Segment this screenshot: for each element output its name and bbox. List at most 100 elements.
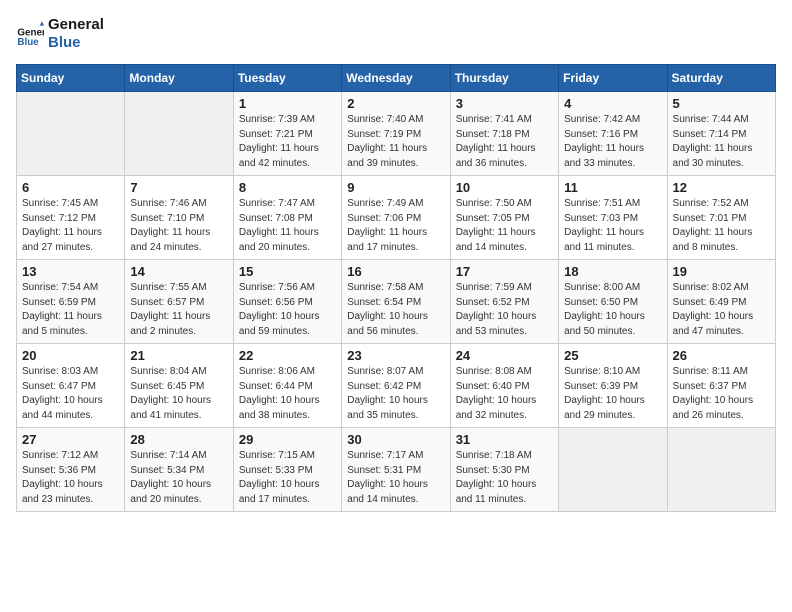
calendar-cell: 1 Sunrise: 7:39 AM Sunset: 7:21 PM Daylig… xyxy=(233,92,341,176)
calendar-cell: 17 Sunrise: 7:59 AM Sunset: 6:52 PM Dayli… xyxy=(450,260,558,344)
calendar-cell: 14 Sunrise: 7:55 AM Sunset: 6:57 PM Dayli… xyxy=(125,260,233,344)
day-info: Sunrise: 7:59 AM Sunset: 6:52 PM Dayligh… xyxy=(456,281,553,339)
day-info: Sunrise: 7:44 AM Sunset: 7:14 PM Dayligh… xyxy=(673,113,770,171)
day-number: 13 xyxy=(22,264,119,279)
day-number: 18 xyxy=(564,264,661,279)
weekday-header-thursday: Thursday xyxy=(450,65,558,92)
weekday-header-row: SundayMondayTuesdayWednesdayThursdayFrid… xyxy=(17,65,776,92)
day-info: Sunrise: 7:58 AM Sunset: 6:54 PM Dayligh… xyxy=(347,281,444,339)
day-number: 11 xyxy=(564,180,661,195)
calendar-cell xyxy=(125,92,233,176)
calendar-week-row: 6 Sunrise: 7:45 AM Sunset: 7:12 PM Daylig… xyxy=(17,176,776,260)
weekday-header-tuesday: Tuesday xyxy=(233,65,341,92)
calendar-cell: 3 Sunrise: 7:41 AM Sunset: 7:18 PM Daylig… xyxy=(450,92,558,176)
day-info: Sunrise: 7:41 AM Sunset: 7:18 PM Dayligh… xyxy=(456,113,553,171)
day-info: Sunrise: 7:47 AM Sunset: 7:08 PM Dayligh… xyxy=(239,197,336,255)
day-number: 26 xyxy=(673,348,770,363)
day-number: 9 xyxy=(347,180,444,195)
day-info: Sunrise: 7:49 AM Sunset: 7:06 PM Dayligh… xyxy=(347,197,444,255)
calendar-week-row: 1 Sunrise: 7:39 AM Sunset: 7:21 PM Daylig… xyxy=(17,92,776,176)
calendar-cell: 22 Sunrise: 8:06 AM Sunset: 6:44 PM Dayli… xyxy=(233,344,341,428)
day-info: Sunrise: 7:12 AM Sunset: 5:36 PM Dayligh… xyxy=(22,449,119,507)
day-number: 24 xyxy=(456,348,553,363)
day-info: Sunrise: 7:17 AM Sunset: 5:31 PM Dayligh… xyxy=(347,449,444,507)
day-info: Sunrise: 8:07 AM Sunset: 6:42 PM Dayligh… xyxy=(347,365,444,423)
calendar-cell: 16Sunrise: 7:58 AM Sunset: 6:54 PM Dayli… xyxy=(342,260,450,344)
svg-text:Blue: Blue xyxy=(17,37,39,48)
logo-icon: General Blue xyxy=(16,20,44,48)
day-info: Sunrise: 8:06 AM Sunset: 6:44 PM Dayligh… xyxy=(239,365,336,423)
calendar-cell: 13 Sunrise: 7:54 AM Sunset: 6:59 PM Dayli… xyxy=(17,260,125,344)
day-number: 19 xyxy=(673,264,770,279)
calendar-cell: 23 Sunrise: 8:07 AM Sunset: 6:42 PM Dayli… xyxy=(342,344,450,428)
day-number: 3 xyxy=(456,96,553,111)
calendar-cell: 26 Sunrise: 8:11 AM Sunset: 6:37 PM Dayli… xyxy=(667,344,775,428)
day-number: 21 xyxy=(130,348,227,363)
calendar-cell xyxy=(667,428,775,512)
calendar-cell xyxy=(17,92,125,176)
day-info: Sunrise: 7:50 AM Sunset: 7:05 PM Dayligh… xyxy=(456,197,553,255)
day-number: 20 xyxy=(22,348,119,363)
day-number: 17 xyxy=(456,264,553,279)
day-number: 27 xyxy=(22,432,119,447)
day-number: 5 xyxy=(673,96,770,111)
day-number: 4 xyxy=(564,96,661,111)
calendar-cell: 25 Sunrise: 8:10 AM Sunset: 6:39 PM Dayli… xyxy=(559,344,667,428)
logo: General Blue General Blue xyxy=(16,16,104,52)
calendar-week-row: 27 Sunrise: 7:12 AM Sunset: 5:36 PM Dayli… xyxy=(17,428,776,512)
day-info: Sunrise: 8:00 AM Sunset: 6:50 PM Dayligh… xyxy=(564,281,661,339)
calendar-cell: 10 Sunrise: 7:50 AM Sunset: 7:05 PM Dayli… xyxy=(450,176,558,260)
day-info: Sunrise: 8:11 AM Sunset: 6:37 PM Dayligh… xyxy=(673,365,770,423)
calendar-cell: 11 Sunrise: 7:51 AM Sunset: 7:03 PM Dayli… xyxy=(559,176,667,260)
calendar-cell xyxy=(559,428,667,512)
day-number: 30 xyxy=(347,432,444,447)
calendar-cell: 2Sunrise: 7:40 AM Sunset: 7:19 PM Daylig… xyxy=(342,92,450,176)
calendar-cell: 15Sunrise: 7:56 AM Sunset: 6:56 PM Dayli… xyxy=(233,260,341,344)
day-number: 28 xyxy=(130,432,227,447)
day-number: 6 xyxy=(22,180,119,195)
calendar-cell: 4Sunrise: 7:42 AM Sunset: 7:16 PM Daylig… xyxy=(559,92,667,176)
weekday-header-saturday: Saturday xyxy=(667,65,775,92)
day-info: Sunrise: 7:15 AM Sunset: 5:33 PM Dayligh… xyxy=(239,449,336,507)
day-number: 22 xyxy=(239,348,336,363)
day-info: Sunrise: 7:56 AM Sunset: 6:56 PM Dayligh… xyxy=(239,281,336,339)
calendar-cell: 7 Sunrise: 7:46 AM Sunset: 7:10 PM Daylig… xyxy=(125,176,233,260)
calendar-cell: 30 Sunrise: 7:17 AM Sunset: 5:31 PM Dayli… xyxy=(342,428,450,512)
day-info: Sunrise: 7:39 AM Sunset: 7:21 PM Dayligh… xyxy=(239,113,336,171)
weekday-header-monday: Monday xyxy=(125,65,233,92)
day-info: Sunrise: 7:55 AM Sunset: 6:57 PM Dayligh… xyxy=(130,281,227,339)
day-number: 31 xyxy=(456,432,553,447)
day-number: 12 xyxy=(673,180,770,195)
day-number: 14 xyxy=(130,264,227,279)
calendar-cell: 8 Sunrise: 7:47 AM Sunset: 7:08 PM Daylig… xyxy=(233,176,341,260)
day-info: Sunrise: 7:45 AM Sunset: 7:12 PM Dayligh… xyxy=(22,197,119,255)
day-info: Sunrise: 8:08 AM Sunset: 6:40 PM Dayligh… xyxy=(456,365,553,423)
calendar-cell: 24 Sunrise: 8:08 AM Sunset: 6:40 PM Dayli… xyxy=(450,344,558,428)
day-number: 23 xyxy=(347,348,444,363)
weekday-header-sunday: Sunday xyxy=(17,65,125,92)
calendar-cell: 31Sunrise: 7:18 AM Sunset: 5:30 PM Dayli… xyxy=(450,428,558,512)
calendar-cell: 29Sunrise: 7:15 AM Sunset: 5:33 PM Dayli… xyxy=(233,428,341,512)
calendar-cell: 9 Sunrise: 7:49 AM Sunset: 7:06 PM Daylig… xyxy=(342,176,450,260)
calendar-cell: 18 Sunrise: 8:00 AM Sunset: 6:50 PM Dayli… xyxy=(559,260,667,344)
calendar-cell: 12 Sunrise: 7:52 AM Sunset: 7:01 PM Dayli… xyxy=(667,176,775,260)
calendar-cell: 21Sunrise: 8:04 AM Sunset: 6:45 PM Dayli… xyxy=(125,344,233,428)
day-number: 25 xyxy=(564,348,661,363)
calendar-cell: 6 Sunrise: 7:45 AM Sunset: 7:12 PM Daylig… xyxy=(17,176,125,260)
calendar-week-row: 20Sunrise: 8:03 AM Sunset: 6:47 PM Dayli… xyxy=(17,344,776,428)
day-info: Sunrise: 7:54 AM Sunset: 6:59 PM Dayligh… xyxy=(22,281,119,339)
day-number: 1 xyxy=(239,96,336,111)
calendar-week-row: 13 Sunrise: 7:54 AM Sunset: 6:59 PM Dayli… xyxy=(17,260,776,344)
day-number: 2 xyxy=(347,96,444,111)
day-number: 7 xyxy=(130,180,227,195)
day-number: 10 xyxy=(456,180,553,195)
day-number: 8 xyxy=(239,180,336,195)
calendar-cell: 5 Sunrise: 7:44 AM Sunset: 7:14 PM Daylig… xyxy=(667,92,775,176)
day-info: Sunrise: 7:46 AM Sunset: 7:10 PM Dayligh… xyxy=(130,197,227,255)
day-info: Sunrise: 8:10 AM Sunset: 6:39 PM Dayligh… xyxy=(564,365,661,423)
weekday-header-friday: Friday xyxy=(559,65,667,92)
weekday-header-wednesday: Wednesday xyxy=(342,65,450,92)
day-info: Sunrise: 7:52 AM Sunset: 7:01 PM Dayligh… xyxy=(673,197,770,255)
day-info: Sunrise: 7:51 AM Sunset: 7:03 PM Dayligh… xyxy=(564,197,661,255)
calendar-cell: 20Sunrise: 8:03 AM Sunset: 6:47 PM Dayli… xyxy=(17,344,125,428)
